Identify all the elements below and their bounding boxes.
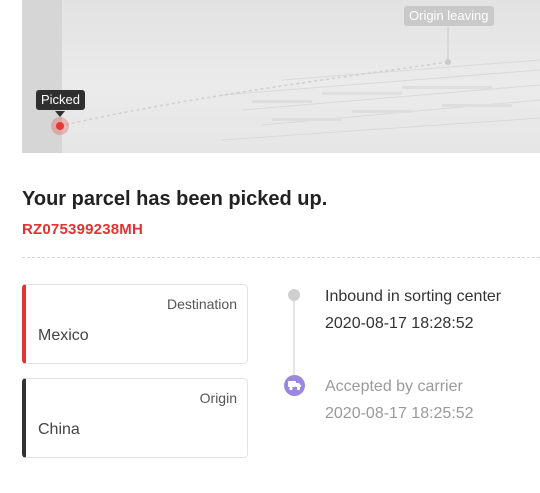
origin-label: Origin [199,390,237,406]
picked-location-marker[interactable] [51,117,69,135]
section-divider [22,257,540,258]
tracking-panel: Origin leaving Picked Your parcel has be… [0,0,540,493]
event-status: Accepted by carrier [325,378,463,395]
origin-leaving-tag: Origin leaving [404,6,494,26]
dot-icon [288,289,300,301]
truck-icon [284,375,305,396]
destination-label: Destination [166,296,237,312]
origin-country: China [38,421,80,438]
destination-card: Destination Mexico [22,284,248,364]
timeline-connector [293,300,295,380]
destination-country: Mexico [38,327,89,344]
event-time: 2020-08-17 18:25:52 [325,405,474,422]
origin-card: Origin China [22,378,248,458]
tracking-number[interactable]: RZ075399238MH [22,221,143,238]
parcel-status-title: Your parcel has been picked up. [22,188,328,210]
event-time: 2020-08-17 18:28:52 [325,315,474,332]
picked-tag: Picked [36,90,86,110]
event-status: Inbound in sorting center [325,288,502,305]
route-map[interactable]: Origin leaving Picked [22,0,540,153]
